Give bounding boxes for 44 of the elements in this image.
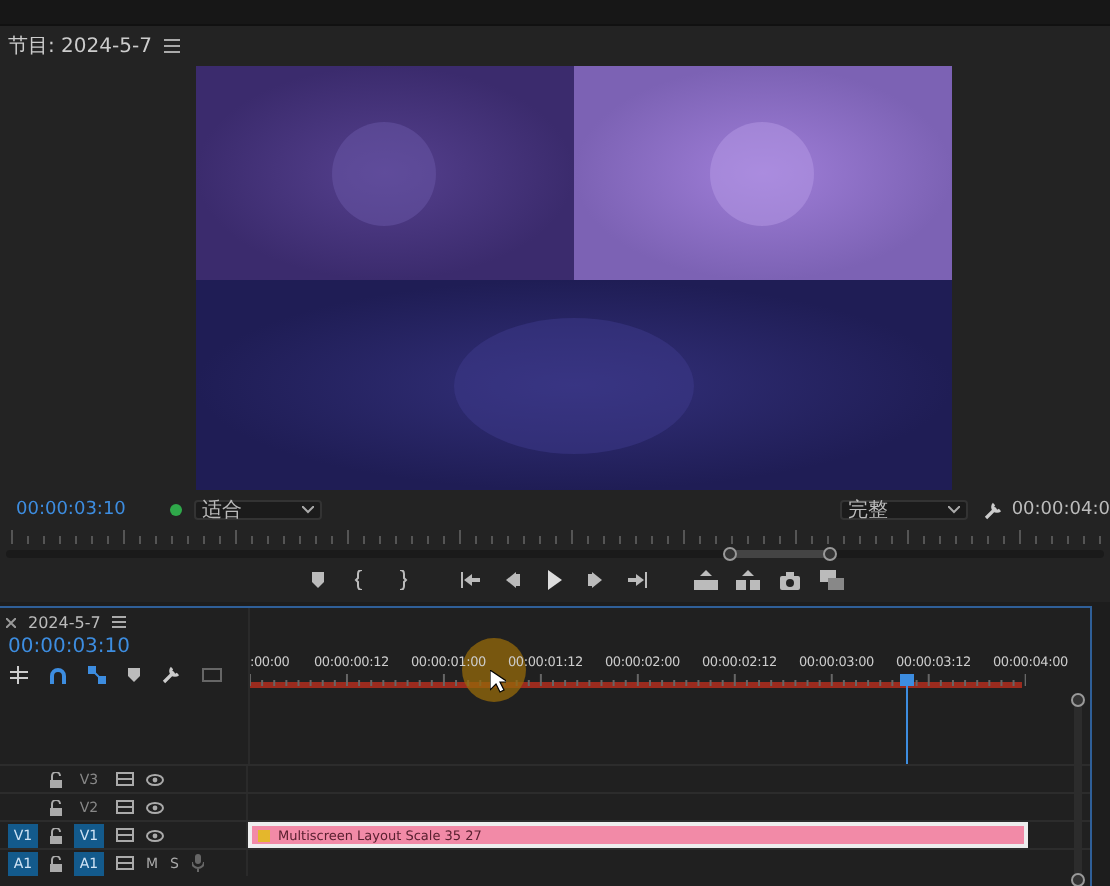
linked-selection-icon[interactable]: [88, 666, 106, 684]
go-to-out-icon: [626, 570, 650, 590]
camera-button[interactable]: [776, 568, 804, 592]
quality-dropdown[interactable]: 完整: [839, 500, 968, 520]
lock-icon[interactable]: [50, 799, 62, 815]
captions-icon[interactable]: [202, 668, 222, 682]
lock-icon[interactable]: [50, 855, 62, 871]
lift-button[interactable]: [692, 568, 720, 592]
sequence-tab[interactable]: 2024-5-7: [28, 613, 101, 631]
panel-title: 节目: 2024-5-7: [8, 33, 152, 60]
duration-timecode: 00:00:04:0: [1011, 500, 1110, 520]
extract-icon: [736, 570, 760, 590]
zoom-scrollbar[interactable]: [6, 546, 1104, 562]
vertical-scrollbar[interactable]: [1070, 692, 1086, 886]
wrench-icon[interactable]: [162, 666, 180, 684]
lock-icon[interactable]: [50, 827, 62, 843]
eye-icon[interactable]: [146, 829, 164, 841]
go-to-out-button[interactable]: [624, 568, 652, 592]
menu-icon[interactable]: [163, 38, 180, 54]
chevron-icon: [301, 506, 314, 514]
button-editor-icon: [820, 570, 844, 590]
zoom-dropdown[interactable]: 适合: [193, 500, 322, 520]
button-editor-button[interactable]: [818, 568, 846, 592]
current-timecode[interactable]: 00:00:03:10: [16, 500, 126, 520]
mouse-pointer-icon: [490, 670, 506, 694]
marker-icon: [306, 570, 330, 590]
current-timecode[interactable]: 00:00:03:10: [0, 636, 248, 662]
extract-button[interactable]: [734, 568, 762, 592]
go-to-in-icon: [458, 570, 482, 590]
lift-icon: [694, 570, 718, 590]
chevron-icon: [947, 506, 960, 514]
wrench-icon[interactable]: [983, 501, 1002, 519]
marker-icon[interactable]: [128, 668, 140, 682]
close-icon[interactable]: [6, 617, 16, 627]
camera-icon: [778, 570, 802, 590]
status-dot-icon: [169, 504, 182, 516]
eye-icon[interactable]: [146, 773, 164, 785]
play-icon: [542, 570, 566, 590]
go-to-in-button[interactable]: [456, 568, 484, 592]
snap-icon[interactable]: [50, 667, 66, 683]
microphone-icon[interactable]: [191, 854, 203, 872]
lock-icon[interactable]: [50, 771, 62, 787]
eye-icon[interactable]: [146, 801, 164, 813]
menu-icon[interactable]: [112, 616, 127, 628]
